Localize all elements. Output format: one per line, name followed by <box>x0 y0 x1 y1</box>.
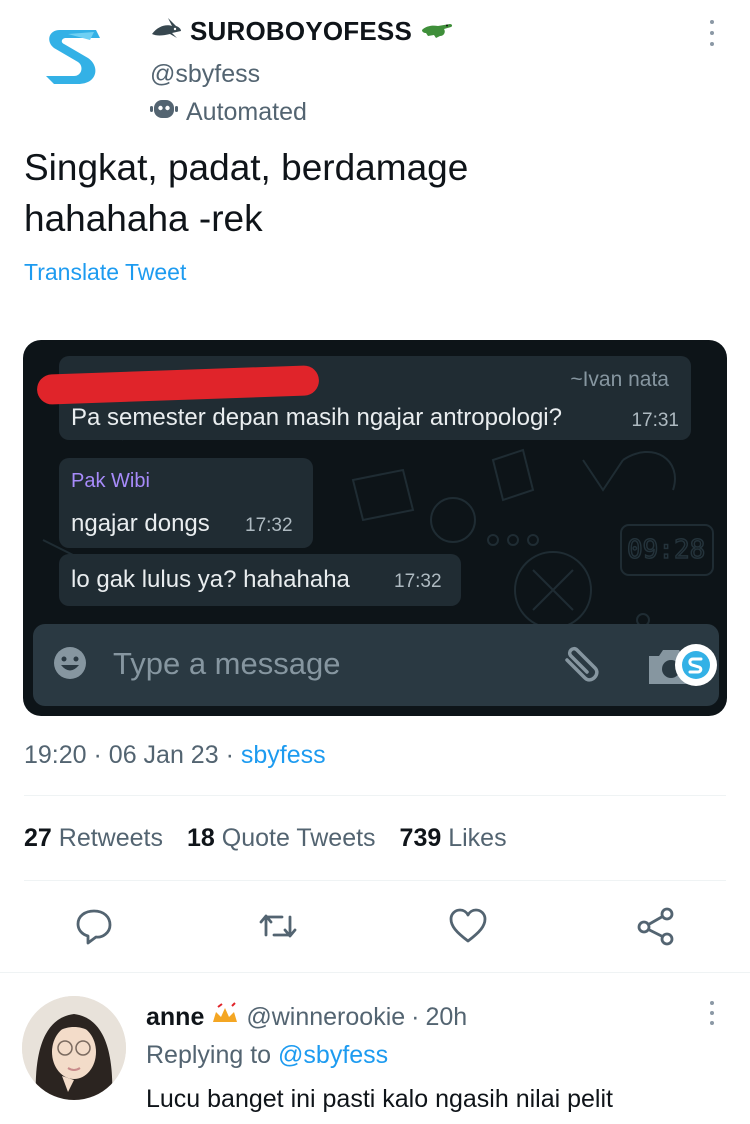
reply-age[interactable]: 20h <box>425 1003 467 1032</box>
likes-stat[interactable]: 739 Likes <box>400 824 507 853</box>
tweet-timestamp: 19:20 · 06 Jan 23 · sbyfess <box>24 741 326 770</box>
retweet-icon[interactable] <box>258 905 298 947</box>
author-name[interactable]: SUROBOYOFESS <box>190 16 412 47</box>
tweet-actions <box>0 905 750 951</box>
separator: · <box>93 741 102 769</box>
tweet-time[interactable]: 19:20 <box>24 741 87 769</box>
reply-icon[interactable] <box>74 905 114 947</box>
likes-count: 739 <box>399 824 442 852</box>
more-options-icon[interactable] <box>702 998 722 1028</box>
chat-sender: ~Ivan nata <box>570 368 669 391</box>
tweet-text-line: hahahaha -rek <box>24 198 263 239</box>
author-name-row[interactable]: SUROBOYOFESS <box>150 16 454 47</box>
shark-icon <box>150 16 182 47</box>
author-handle[interactable]: @sbyfess <box>150 60 260 89</box>
heart-icon[interactable] <box>448 905 488 947</box>
crown-emoji-icon <box>210 1002 240 1033</box>
avatar[interactable] <box>22 996 126 1100</box>
quote-tweets-stat[interactable]: 18 Quote Tweets <box>187 824 376 853</box>
tweet-source-link[interactable]: sbyfess <box>241 741 326 769</box>
divider <box>0 972 750 973</box>
reply-author-handle[interactable]: @winnerookie <box>246 1003 405 1032</box>
tweet-date[interactable]: 06 Jan 23 <box>109 741 219 769</box>
retweets-label: Retweets <box>58 824 163 852</box>
chat-message-text: lo gak lulus ya? hahahaha <box>71 566 350 593</box>
retweets-count: 27 <box>24 824 52 852</box>
automated-label: Automated <box>186 98 307 126</box>
watermark-logo-icon <box>675 644 717 686</box>
replying-prefix: Replying to <box>146 1041 272 1069</box>
attachment-icon <box>561 644 605 684</box>
divider <box>24 795 726 796</box>
tweet-text-line: Singkat, padat, berdamage <box>24 147 469 188</box>
redaction-mark <box>36 365 320 405</box>
chat-message-text: Pa semester depan masih ngajar antropolo… <box>71 404 562 431</box>
tweet-stats: 27 Retweets 18 Quote Tweets 739 Likes <box>24 824 507 853</box>
chat-message-time: 17:32 <box>245 515 293 536</box>
automated-label-row: Automated <box>150 98 307 127</box>
chat-message-bubble: lo gak lulus ya? hahahaha 17:32 <box>59 554 461 606</box>
quote-tweets-label: Quote Tweets <box>221 824 376 852</box>
chat-message-time: 17:31 <box>631 410 679 431</box>
chat-composer: Type a message <box>33 624 719 706</box>
chat-message-bubble: Pak Wibi ngajar dongs 17:32 <box>59 458 313 548</box>
chat-composer-placeholder: Type a message <box>113 646 341 681</box>
retweets-stat[interactable]: 27 Retweets <box>24 824 163 853</box>
chat-message-bubble: ~Ivan nata Pa semester depan masih ngaja… <box>36 356 691 440</box>
sbyfess-logo-icon[interactable] <box>38 22 108 92</box>
wallpaper-clock-text: 09:28 <box>627 535 705 565</box>
separator: · <box>411 1003 420 1031</box>
likes-label: Likes <box>448 824 507 852</box>
chat-sender: Pak Wibi <box>71 470 150 492</box>
separator: · <box>225 741 234 769</box>
replying-to: Replying to @sbyfess <box>146 1041 388 1070</box>
replying-to-handle[interactable]: @sbyfess <box>278 1041 388 1069</box>
share-icon[interactable] <box>636 905 676 947</box>
chat-message-text: ngajar dongs <box>71 510 210 537</box>
tweet-text: Singkat, padat, berdamage hahahaha -rek <box>24 142 724 244</box>
quote-tweets-count: 18 <box>186 824 215 852</box>
chat-message-time: 17:32 <box>394 571 442 592</box>
more-options-icon[interactable] <box>702 16 722 50</box>
emoji-icon <box>53 646 87 680</box>
reply-header: anne @winnerookie · 20h <box>146 1002 467 1033</box>
chat-screenshot-image[interactable]: 09:28 ~Ivan nata Pa semester depan masih… <box>23 340 727 716</box>
crocodile-icon <box>420 18 454 45</box>
reply-author-name[interactable]: anne <box>146 1003 204 1032</box>
reply-text: Lucu banget ini pasti kalo ngasih nilai … <box>146 1085 613 1113</box>
translate-tweet-link[interactable]: Translate Tweet <box>24 259 186 286</box>
divider <box>24 880 726 881</box>
bot-icon <box>150 98 178 127</box>
